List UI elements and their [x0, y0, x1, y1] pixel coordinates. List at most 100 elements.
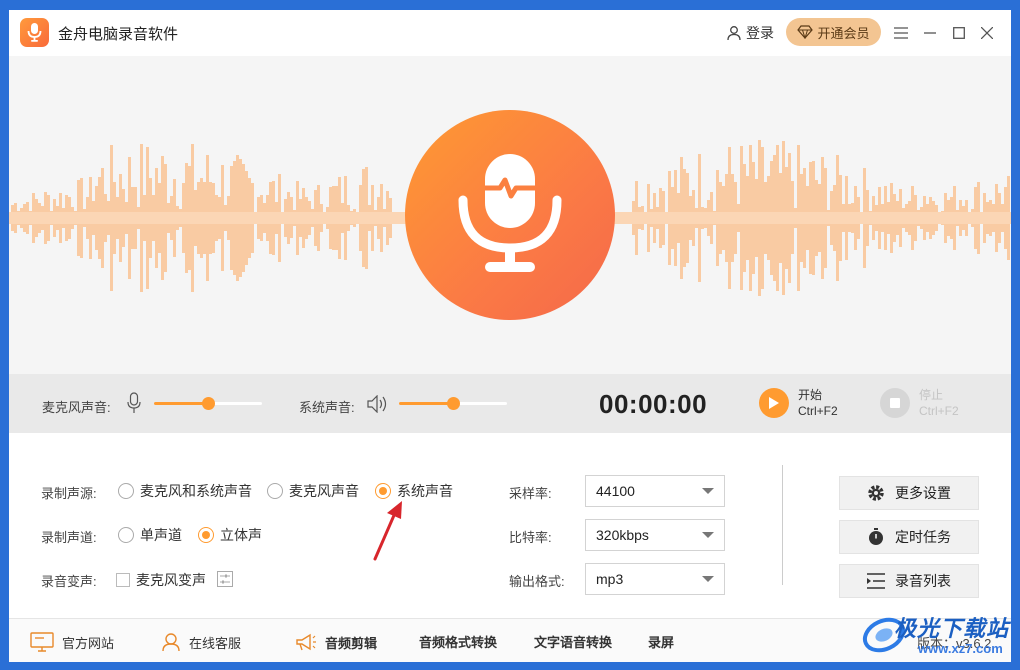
customer-service-icon [162, 633, 180, 652]
channel-label: 录制声道: [41, 530, 97, 545]
system-volume-knob[interactable] [447, 397, 460, 410]
channel-option-mono[interactable]: 单声道 [118, 525, 182, 545]
watermark-url: www.xz7.com [918, 641, 1003, 656]
close-icon [981, 27, 993, 39]
mic-volume-label: 麦克风声音: [42, 400, 111, 415]
mic-volume-fill [154, 402, 208, 405]
speaker-icon [367, 395, 387, 413]
audio-edit-label: 音频剪辑 [325, 635, 378, 651]
app-window: 金舟电脑录音软件 登录 开通会员 麦克风声音: 系统声音: 00:00:00 开… [9, 10, 1011, 662]
source-option-label: 系统声音 [397, 483, 453, 499]
radio-icon [118, 483, 134, 499]
start-hotkey: Ctrl+F2 [798, 404, 838, 418]
megaphone-icon [296, 633, 316, 651]
play-icon [759, 388, 789, 418]
radio-icon [118, 527, 134, 543]
voice-change-checkbox[interactable]: 麦克风变声 [116, 570, 206, 590]
scheduled-task-button[interactable]: 定时任务 [839, 520, 979, 554]
start-button[interactable]: 开始 Ctrl+F2 [759, 387, 838, 419]
mic-volume-slider[interactable] [154, 397, 262, 410]
record-list-label: 录音列表 [895, 573, 951, 589]
radio-selected-icon [198, 527, 214, 543]
system-volume-label: 系统声音: [299, 400, 355, 415]
format-convert-link[interactable]: 音频格式转换 [419, 632, 497, 651]
bitrate-select[interactable]: 320kbps [585, 519, 725, 551]
channel-option-stereo[interactable]: 立体声 [198, 525, 262, 545]
format-value: mp3 [596, 571, 624, 587]
menu-button[interactable] [887, 19, 915, 47]
timer-icon [869, 528, 883, 545]
website-link[interactable]: 官方网站 [30, 632, 114, 652]
settings-panel: 录制声源: 麦克风和系统声音 麦克风声音 系统声音 录制声道: 单声道 立体声 … [9, 433, 1011, 618]
source-option-system[interactable]: 系统声音 [375, 481, 453, 501]
support-label: 在线客服 [189, 635, 242, 651]
maximize-button[interactable] [945, 19, 973, 47]
stop-icon [880, 388, 910, 418]
tts-label: 文字语音转换 [534, 635, 613, 650]
settings-divider [782, 465, 783, 585]
radio-icon [267, 483, 283, 499]
sliders-settings-icon[interactable] [217, 571, 233, 587]
start-label: 开始 [798, 388, 823, 402]
audio-edit-link[interactable]: 音频剪辑 [295, 632, 377, 652]
format-convert-label: 音频格式转换 [419, 635, 498, 650]
close-button[interactable] [973, 19, 1001, 47]
format-select[interactable]: mp3 [585, 563, 725, 595]
sample-rate-value: 44100 [596, 483, 635, 499]
stop-hotkey: Ctrl+F2 [919, 404, 959, 418]
more-settings-button[interactable]: 更多设置 [839, 476, 979, 510]
source-option-label: 麦克风声音 [289, 483, 359, 499]
bitrate-value: 320kbps [596, 527, 649, 543]
menu-icon [894, 27, 908, 39]
screen-record-link[interactable]: 录屏 [648, 632, 674, 651]
app-title: 金舟电脑录音软件 [58, 26, 179, 43]
sample-rate-label: 采样率: [509, 486, 552, 501]
annotation-arrow-icon [373, 501, 402, 561]
watermark-text: 极光下载站 [894, 616, 1010, 641]
maximize-icon [953, 27, 965, 39]
gear-icon [868, 485, 884, 501]
app-logo-icon [20, 18, 49, 47]
source-option-both[interactable]: 麦克风和系统声音 [118, 481, 252, 501]
login-label: 登录 [746, 25, 774, 41]
system-volume-slider[interactable] [399, 397, 507, 410]
source-label: 录制声源: [41, 486, 97, 501]
login-button[interactable]: 登录 [726, 23, 774, 43]
more-settings-label: 更多设置 [895, 485, 951, 501]
voice-change-label: 录音变声: [41, 574, 97, 589]
tts-link[interactable]: 文字语音转换 [534, 632, 612, 651]
vip-button[interactable]: 开通会员 [786, 18, 881, 46]
microphone-small-icon [127, 392, 141, 413]
sample-rate-select[interactable]: 44100 [585, 475, 725, 507]
scheduled-task-label: 定时任务 [895, 529, 951, 545]
waveform-area [9, 56, 1011, 374]
screen-record-label: 录屏 [648, 635, 675, 650]
source-option-mic[interactable]: 麦克风声音 [267, 481, 359, 501]
vip-label: 开通会员 [817, 25, 870, 41]
channel-option-label: 单声道 [140, 527, 182, 543]
stop-label: 停止 [919, 388, 944, 402]
source-option-label: 麦克风和系统声音 [140, 483, 252, 499]
checkbox-icon [116, 573, 130, 587]
minimize-button[interactable] [916, 19, 944, 47]
record-mic-button[interactable] [405, 110, 615, 320]
list-icon [867, 573, 885, 589]
diamond-icon [797, 25, 814, 39]
chevron-down-icon [702, 576, 714, 582]
microphone-icon [458, 154, 562, 272]
control-strip: 麦克风声音: 系统声音: 00:00:00 开始 Ctrl+F2 停止 Ctrl… [9, 374, 1011, 433]
voice-change-option-label: 麦克风变声 [136, 572, 206, 588]
bitrate-label: 比特率: [509, 530, 552, 545]
user-icon [727, 26, 741, 41]
record-timer: 00:00:00 [599, 389, 708, 419]
website-label: 官方网站 [62, 635, 115, 651]
system-volume-fill [399, 402, 453, 405]
chevron-down-icon [702, 532, 714, 538]
record-list-button[interactable]: 录音列表 [839, 564, 979, 598]
mic-volume-knob[interactable] [202, 397, 215, 410]
support-link[interactable]: 在线客服 [161, 632, 241, 652]
radio-selected-icon [375, 483, 391, 499]
channel-option-label: 立体声 [220, 527, 262, 543]
title-bar: 金舟电脑录音软件 登录 开通会员 [9, 10, 1011, 56]
stop-button[interactable]: 停止 Ctrl+F2 [880, 387, 959, 419]
